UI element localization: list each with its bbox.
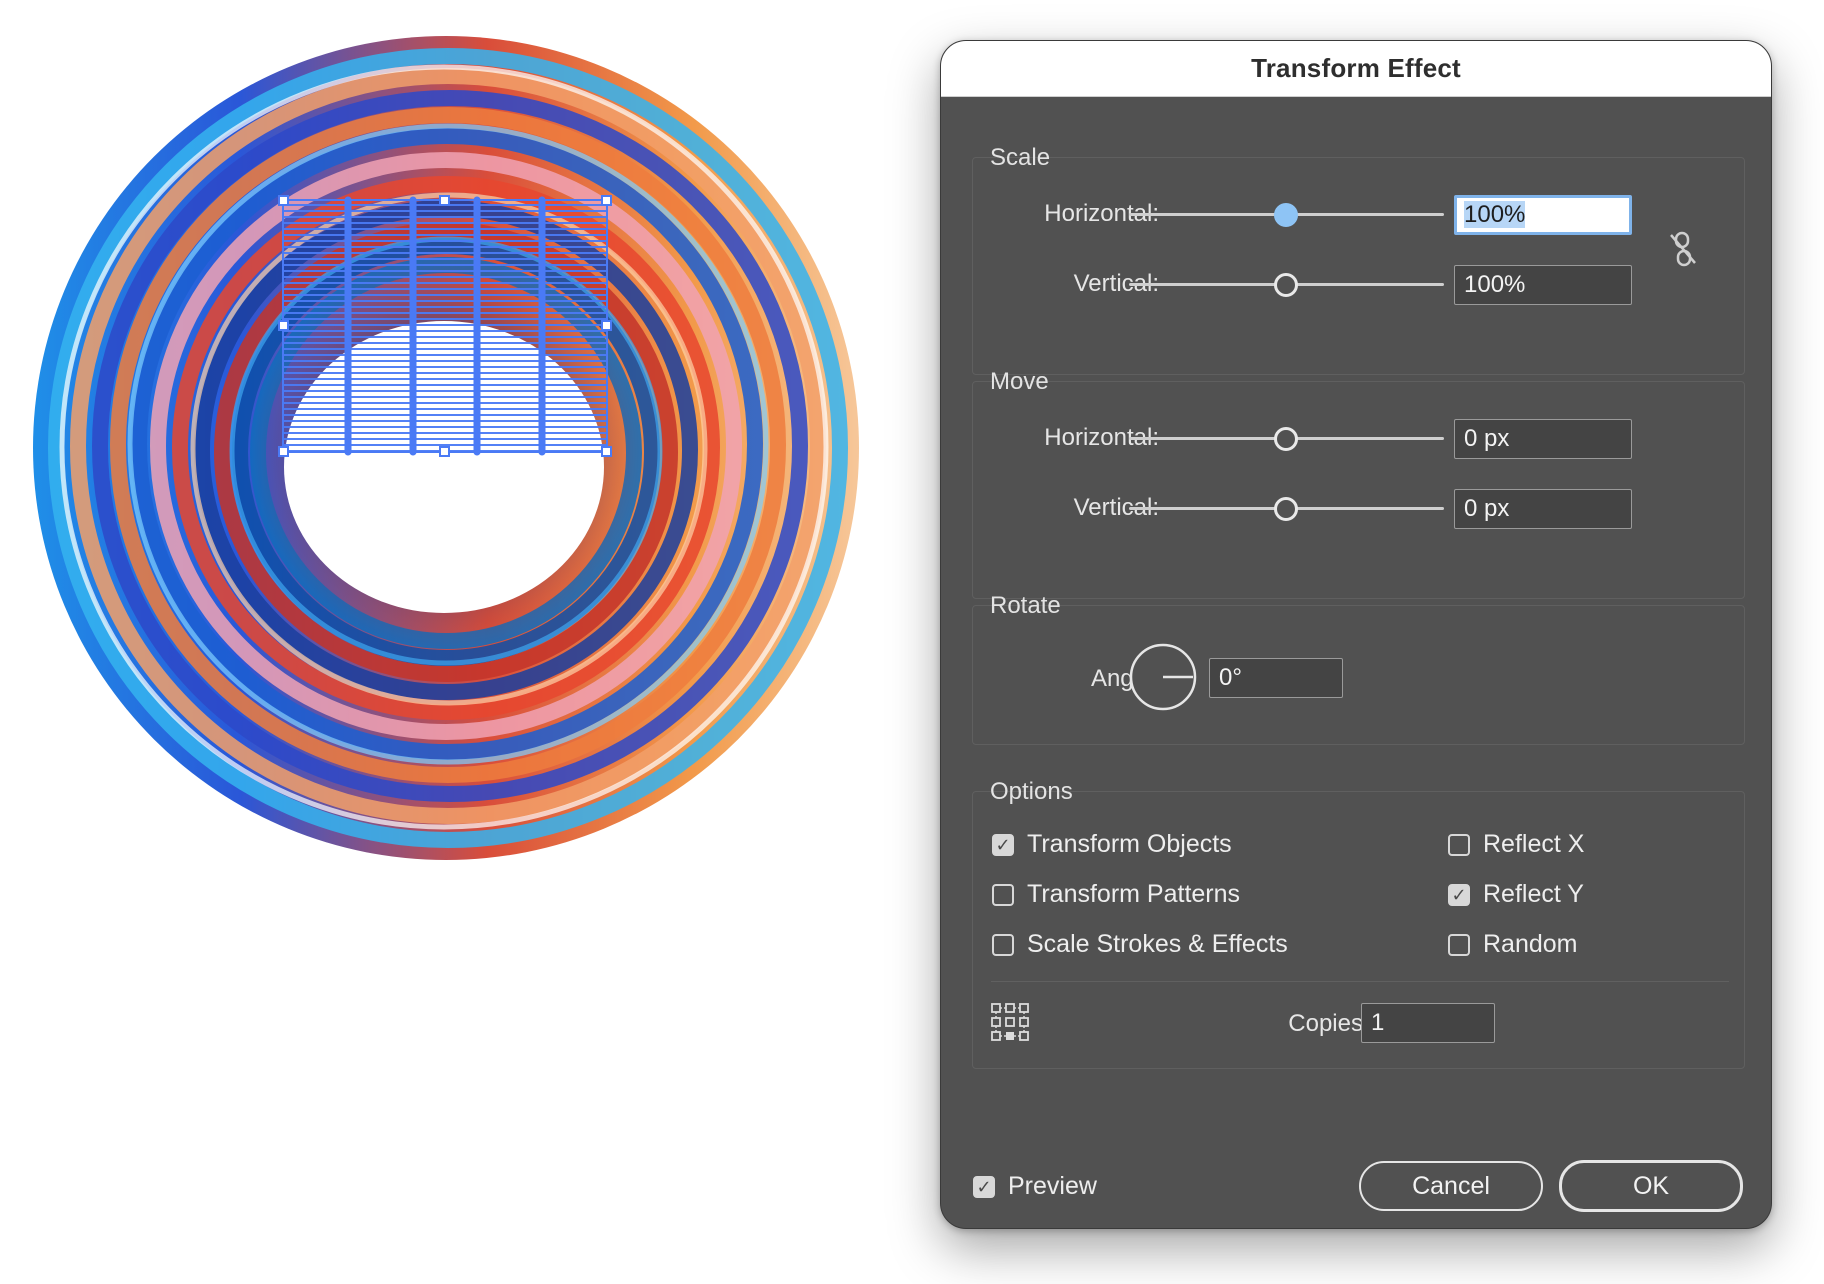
move-horizontal-slider[interactable]	[1129, 423, 1444, 453]
handle-bottom-right[interactable]	[601, 446, 612, 457]
random-checkbox[interactable]: Random	[1448, 930, 1578, 959]
move-vertical-slider[interactable]	[1129, 493, 1444, 523]
move-group-label: Move	[990, 368, 1049, 395]
move-horizontal-input[interactable]: 0 px	[1454, 419, 1632, 459]
checkbox-box[interactable]	[992, 933, 1014, 956]
transform-patterns-checkbox[interactable]: Transform Patterns	[992, 880, 1240, 909]
selected-line-pattern[interactable]	[283, 200, 607, 452]
handle-bottom-center[interactable]	[439, 446, 450, 457]
preview-label: Preview	[1008, 1172, 1097, 1200]
handle-bottom-left[interactable]	[278, 446, 289, 457]
scale-horizontal-slider[interactable]	[1129, 199, 1444, 229]
angle-input[interactable]: 0°	[1209, 658, 1343, 698]
rotate-group-label: Rotate	[990, 592, 1061, 619]
random-label: Random	[1483, 930, 1578, 958]
reflect-x-label: Reflect X	[1483, 830, 1585, 858]
preview-checkbox[interactable]: ✓ Preview	[973, 1172, 1097, 1201]
ok-button[interactable]: OK	[1559, 1160, 1743, 1212]
scale-group-label: Scale	[990, 144, 1051, 171]
unlink-proportions-icon[interactable]	[1667, 229, 1699, 269]
dialog-title: Transform Effect	[1251, 53, 1461, 83]
slider-knob[interactable]	[1274, 203, 1298, 227]
transform-patterns-label: Transform Patterns	[1027, 880, 1241, 908]
reference-point-grid-icon[interactable]	[990, 1002, 1030, 1042]
slider-knob[interactable]	[1274, 497, 1298, 521]
handle-top-left[interactable]	[278, 195, 289, 206]
slider-knob[interactable]	[1274, 273, 1298, 297]
checkbox-box[interactable]: ✓	[992, 833, 1014, 856]
dialog-title-bar[interactable]: Transform Effect	[941, 41, 1771, 97]
options-divider	[991, 981, 1729, 982]
artboard-canvas[interactable]	[0, 0, 940, 1284]
angle-dial[interactable]	[1129, 643, 1197, 711]
transform-objects-label: Transform Objects	[1027, 830, 1232, 858]
transform-effect-dialog: Transform Effect Scale Horizontal: 100% …	[940, 40, 1772, 1229]
checkbox-box[interactable]: ✓	[1448, 883, 1470, 906]
checkbox-box[interactable]	[992, 883, 1014, 906]
cancel-button[interactable]: Cancel	[1359, 1161, 1543, 1211]
handle-top-center[interactable]	[439, 195, 450, 206]
scale-vertical-input[interactable]: 100%	[1454, 265, 1632, 305]
reflect-x-checkbox[interactable]: Reflect X	[1448, 830, 1584, 859]
slider-knob[interactable]	[1274, 427, 1298, 451]
copies-label: Copies	[1288, 1010, 1363, 1037]
scale-strokes-effects-checkbox[interactable]: Scale Strokes & Effects	[992, 930, 1288, 959]
reflect-y-label: Reflect Y	[1483, 880, 1584, 908]
handle-middle-right[interactable]	[601, 320, 612, 331]
scale-horizontal-input[interactable]: 100%	[1454, 195, 1632, 235]
reflect-y-checkbox[interactable]: ✓ Reflect Y	[1448, 880, 1584, 909]
options-group-label: Options	[990, 778, 1073, 805]
move-vertical-input[interactable]: 0 px	[1454, 489, 1632, 529]
scale-strokes-effects-label: Scale Strokes & Effects	[1027, 930, 1288, 958]
swirl-ring-artwork[interactable]	[0, 0, 940, 1284]
handle-top-right[interactable]	[601, 195, 612, 206]
checkbox-box[interactable]	[1448, 833, 1470, 856]
copies-input[interactable]: 1	[1361, 1003, 1495, 1043]
scale-horizontal-value: 100%	[1464, 201, 1526, 228]
transform-objects-checkbox[interactable]: ✓ Transform Objects	[992, 830, 1232, 859]
checkbox-box[interactable]	[1448, 933, 1470, 956]
scale-vertical-slider[interactable]	[1129, 269, 1444, 299]
checkbox-box[interactable]: ✓	[973, 1175, 995, 1198]
handle-middle-left[interactable]	[278, 320, 289, 331]
